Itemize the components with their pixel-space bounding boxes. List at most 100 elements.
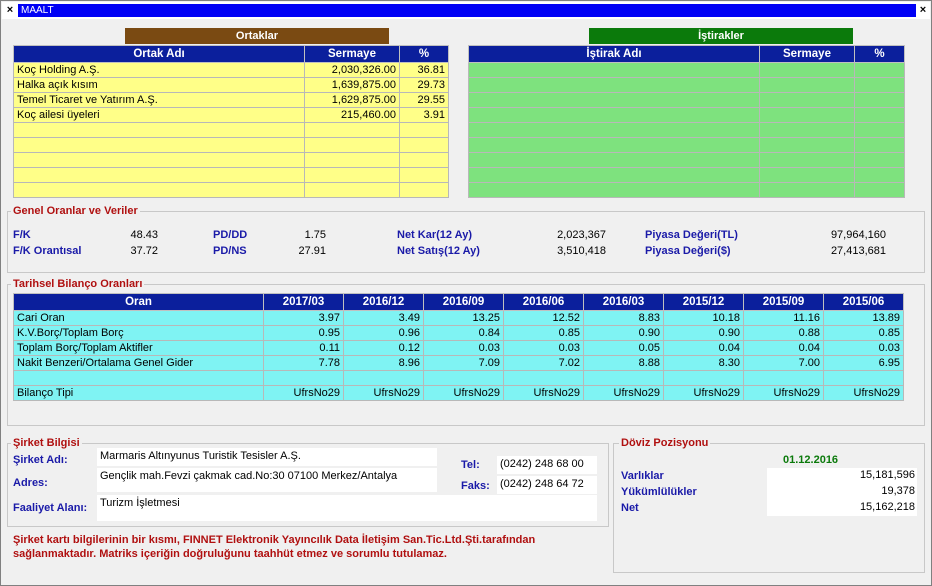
table-cell	[759, 92, 855, 108]
table-row[interactable]	[13, 152, 449, 168]
table-cell: 0.90	[583, 325, 664, 341]
column-header-period[interactable]: 2015/09	[743, 293, 824, 311]
column-header-period[interactable]: 2016/12	[343, 293, 424, 311]
table-cell: 0.04	[663, 340, 744, 356]
fk-value: 48.43	[130, 229, 158, 241]
column-header[interactable]: %	[854, 45, 905, 63]
table-cell: 36.81	[399, 62, 449, 78]
faks-label: Faks:	[461, 480, 490, 492]
table-cell	[304, 167, 400, 183]
table-cell	[399, 182, 449, 198]
table-cell: 8.30	[663, 355, 744, 371]
table-row[interactable]	[468, 152, 905, 168]
table-cell: 0.03	[503, 340, 584, 356]
table-cell	[503, 370, 584, 386]
row-label-cell	[13, 370, 264, 386]
row-label-cell: K.V.Borç/Toplam Borç	[13, 325, 264, 341]
tarihsel-table: Oran 2017/03 2016/12 2016/09 2016/06 2016/03 2…	[13, 293, 904, 401]
table-row[interactable]: Temel Ticaret ve Yatırım A.Ş. 1,629,875.0…	[13, 92, 449, 108]
istirakler-table: İştirak Adı Sermaye %	[468, 45, 905, 198]
table-row[interactable]: Koç Holding A.Ş. 2,030,326.00 36.81	[13, 62, 449, 78]
table-cell	[759, 152, 855, 168]
table-row[interactable]	[13, 167, 449, 183]
table-cell: UfrsNo29	[583, 385, 664, 401]
table-row[interactable]: Koç ailesi üyeleri 215,460.00 3.91	[13, 107, 449, 123]
column-header-period[interactable]: 2017/03	[263, 293, 344, 311]
net-kar-value: 2,023,367	[557, 229, 606, 241]
table-cell: 12.52	[503, 310, 584, 326]
table-cell: 0.11	[263, 340, 344, 356]
tel-label: Tel:	[461, 459, 480, 471]
table-cell	[263, 370, 344, 386]
table-row[interactable]	[468, 62, 905, 78]
table-cell	[759, 107, 855, 123]
table-cell: 215,460.00	[304, 107, 400, 123]
column-header-period[interactable]: 2015/12	[663, 293, 744, 311]
row-label-cell: Temel Ticaret ve Yatırım A.Ş.	[13, 92, 305, 108]
ortaklar-header: Ortaklar	[125, 28, 389, 44]
table-row[interactable]	[13, 137, 449, 153]
disclaimer-text: Şirket kartı bilgilerinin bir kısmı, FIN…	[13, 534, 536, 560]
table-cell	[759, 77, 855, 93]
table-row[interactable]	[468, 107, 905, 123]
table-cell: 0.90	[663, 325, 744, 341]
piyasa-degeri-tl-value: 97,964,160	[830, 229, 886, 241]
column-header-period[interactable]: 2016/06	[503, 293, 584, 311]
column-header[interactable]: İştirak Adı	[468, 45, 760, 63]
row-label-cell	[13, 122, 305, 138]
table-row[interactable]: Halka açık kısım 1,639,875.00 29.73	[13, 77, 449, 93]
net-kar-label: Net Kar(12 Ay)	[397, 229, 472, 241]
row-label-cell: Koç Holding A.Ş.	[13, 62, 305, 78]
row-label-cell: Koç ailesi üyeleri	[13, 107, 305, 123]
table-cell: 0.96	[343, 325, 424, 341]
table-cell: 3.97	[263, 310, 344, 326]
column-header[interactable]: Sermaye	[759, 45, 855, 63]
column-header-period[interactable]: 2016/09	[423, 293, 504, 311]
column-header[interactable]: Sermaye	[304, 45, 400, 63]
net-satis-value: 3,510,418	[557, 245, 606, 257]
column-header-period[interactable]: 2015/06	[823, 293, 904, 311]
table-row[interactable]	[468, 77, 905, 93]
row-label-cell: Halka açık kısım	[13, 77, 305, 93]
table-row[interactable]	[13, 182, 449, 198]
pd-ns-value: 27.91	[298, 245, 326, 257]
table-cell	[759, 62, 855, 78]
column-header-period[interactable]: 2016/03	[583, 293, 664, 311]
faaliyet-field: Turizm İşletmesi	[97, 495, 597, 521]
table-cell	[399, 122, 449, 138]
table-row[interactable]: Cari Oran 3.97 3.49 13.25 12.52 8.83 10.18 11.1…	[13, 310, 904, 326]
table-cell: 6.95	[823, 355, 904, 371]
table-row[interactable]	[13, 122, 449, 138]
column-header-oran[interactable]: Oran	[13, 293, 264, 311]
column-header[interactable]: Ortak Adı	[13, 45, 305, 63]
table-row[interactable]	[13, 370, 904, 386]
table-row[interactable]: Bilanço Tipi UfrsNo29 UfrsNo29 UfrsNo29 Ufrs…	[13, 385, 904, 401]
sirket-adi-label: Şirket Adı:	[13, 454, 68, 466]
row-label-cell	[468, 152, 760, 168]
piyasa-degeri-usd-value: 27,413,681	[830, 245, 886, 257]
table-row[interactable]	[468, 167, 905, 183]
table-cell: 11.16	[743, 310, 824, 326]
table-row[interactable]	[468, 137, 905, 153]
table-cell	[583, 370, 664, 386]
row-label-cell	[468, 107, 760, 123]
table-cell	[759, 137, 855, 153]
row-label-cell	[13, 167, 305, 183]
table-row[interactable]: Nakit Benzeri/Ortalama Genel Gider 7.78 8.…	[13, 355, 904, 371]
close-icon[interactable]: ×	[3, 3, 17, 17]
table-cell: 0.85	[503, 325, 584, 341]
adres-field: Gençlik mah.Fevzi çakmak cad.No:30 07100…	[97, 468, 437, 492]
table-row[interactable]: K.V.Borç/Toplam Borç 0.95 0.96 0.84 0.85 0.90…	[13, 325, 904, 341]
table-row[interactable]	[468, 122, 905, 138]
fk-orantisal-label: F/K Orantısal	[13, 245, 82, 257]
table-row[interactable]	[468, 92, 905, 108]
table-row[interactable]	[468, 182, 905, 198]
table-cell	[743, 370, 824, 386]
pd-dd-value: 1.75	[304, 229, 326, 241]
column-header[interactable]: %	[399, 45, 449, 63]
table-row[interactable]: Toplam Borç/Toplam Aktifler 0.11 0.12 0.03 0…	[13, 340, 904, 356]
net-satis-label: Net Satış(12 Ay)	[397, 245, 480, 257]
close-icon-right[interactable]: ×	[916, 3, 930, 17]
table-cell: 7.78	[263, 355, 344, 371]
adres-label: Adres:	[13, 477, 48, 489]
